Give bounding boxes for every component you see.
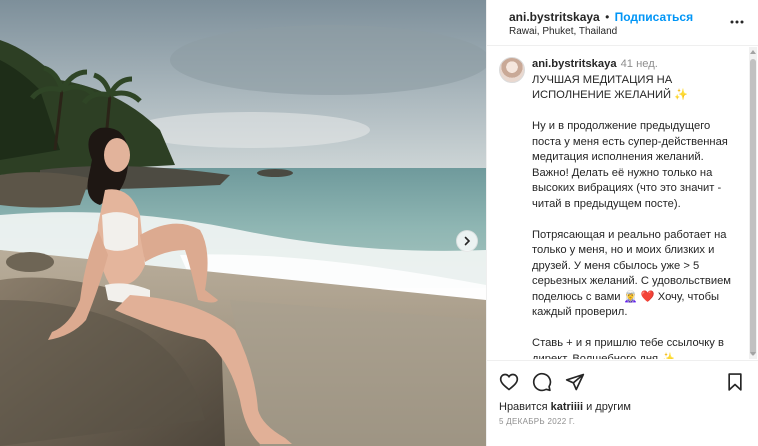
follow-button[interactable]: Подписаться [615, 10, 693, 24]
avatar[interactable] [499, 57, 525, 83]
share-icon[interactable] [565, 372, 585, 392]
carousel-next-button[interactable] [456, 230, 478, 252]
post-photo[interactable] [0, 0, 486, 446]
scroll-down-arrow[interactable] [750, 352, 756, 356]
post-details-panel: ani.bystritskaya • Подписаться Rawai, Ph… [486, 0, 758, 446]
header-user-line: ani.bystritskaya • Подписаться [509, 10, 693, 24]
post-actions: Нравится katriiii и другим 5 ДЕКАБРЬ 202… [487, 360, 758, 446]
likes-user[interactable]: katriiii [551, 401, 583, 413]
caption-title: ЛУЧШАЯ МЕДИТАЦИЯ НА ИСПОЛНЕНИЕ ЖЕЛАНИЙ ✨ [532, 73, 689, 102]
header-username[interactable]: ani.bystritskaya [509, 10, 600, 24]
caption-paragraph: Ставь + и я пришлю тебе ссылочку в дирек… [532, 337, 724, 359]
caption-text: ani.bystritskaya 41 нед. ЛУЧШАЯ МЕДИТАЦИЯ… [532, 57, 742, 359]
beach-photo [0, 0, 486, 446]
post-date[interactable]: 5 ДЕКАБРЬ 2022 Г. [499, 417, 575, 426]
caption-header: ani.bystritskaya 41 нед. ЛУЧШАЯ МЕДИТАЦИЯ… [532, 57, 742, 104]
caption-paragraph: Ну и в продолжение предыдущего поста у м… [532, 120, 728, 210]
scrollbar[interactable] [749, 47, 757, 359]
post-header: ani.bystritskaya • Подписаться Rawai, Ph… [487, 0, 758, 46]
more-options-icon[interactable] [729, 16, 745, 28]
heart-icon[interactable] [499, 372, 519, 392]
caption-area: ani.bystritskaya 41 нед. ЛУЧШАЯ МЕДИТАЦИЯ… [487, 47, 751, 359]
caption-paragraph: Потрясающая и реально работает на только… [532, 228, 732, 319]
likes-line: Нравится katriiii и другим [499, 401, 631, 413]
scrollbar-thumb[interactable] [750, 59, 756, 355]
chevron-right-icon [464, 236, 471, 246]
likes-prefix: Нравится [499, 401, 548, 413]
comment-icon[interactable] [532, 372, 552, 392]
separator-dot: • [605, 10, 610, 24]
caption-time[interactable]: 41 нед. [621, 58, 658, 70]
location-link[interactable]: Rawai, Phuket, Thailand [509, 26, 617, 37]
scroll-up-arrow[interactable] [750, 50, 756, 54]
caption-username[interactable]: ani.bystritskaya [532, 58, 617, 70]
bookmark-icon[interactable] [725, 372, 745, 392]
likes-suffix[interactable]: и другим [586, 401, 631, 413]
